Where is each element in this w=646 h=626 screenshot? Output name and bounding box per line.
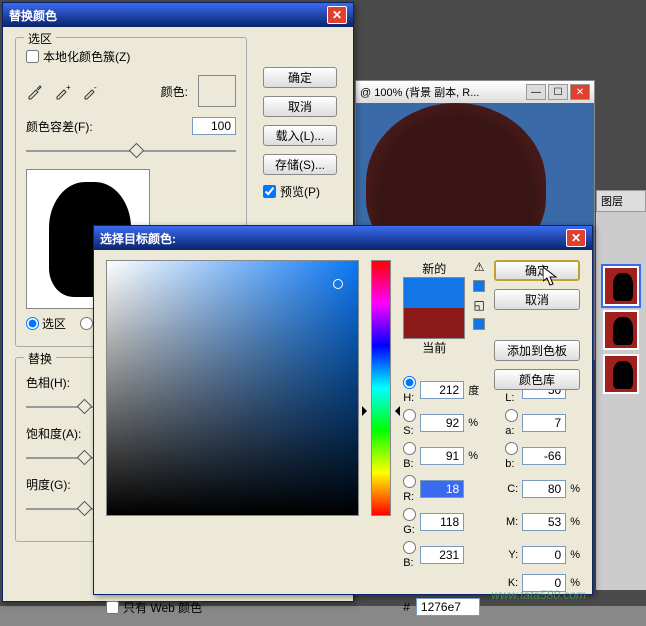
- m-label: M:: [505, 516, 518, 528]
- eyedropper-plus-icon[interactable]: +: [54, 82, 72, 100]
- color-swatch[interactable]: [198, 75, 236, 107]
- r-input[interactable]: [420, 480, 464, 498]
- cancel-button[interactable]: 取消: [263, 96, 337, 117]
- color-compare[interactable]: [403, 277, 465, 339]
- localized-check-input[interactable]: [26, 50, 39, 63]
- new-color-swatch: [404, 278, 464, 308]
- saturation-label: 饱和度(A):: [26, 425, 81, 442]
- b-lab-input[interactable]: [522, 447, 566, 465]
- c-input[interactable]: [522, 480, 566, 498]
- g-radio[interactable]: G:: [403, 508, 416, 536]
- add-swatch-button[interactable]: 添加到色板: [494, 340, 580, 361]
- b-rgb-input[interactable]: [420, 546, 464, 564]
- replacement-legend: 替换: [24, 350, 56, 367]
- sv-cursor: [333, 279, 343, 289]
- radio-selection[interactable]: 选区: [26, 315, 66, 332]
- lightness-label: 明度(G):: [26, 476, 71, 493]
- selection-legend: 选区: [24, 30, 56, 47]
- preview-checkbox[interactable]: 预览(P): [263, 183, 337, 200]
- ok-button[interactable]: 确定: [263, 67, 337, 88]
- picker-ok-button[interactable]: 确定: [494, 260, 580, 281]
- y-input[interactable]: [522, 546, 566, 564]
- web-only-checkbox[interactable]: 只有 Web 颜色: [106, 599, 202, 616]
- layer-thumb[interactable]: [603, 266, 639, 306]
- gamut-swatch[interactable]: [473, 280, 485, 292]
- minimize-button[interactable]: —: [526, 84, 546, 100]
- r-radio[interactable]: R:: [403, 475, 416, 503]
- g-input[interactable]: [420, 513, 464, 531]
- gamut-warning-icon[interactable]: ⚠: [474, 260, 485, 274]
- layer-thumb[interactable]: [603, 310, 639, 350]
- hue-label: 色相(H):: [26, 374, 70, 391]
- picker-titlebar[interactable]: 选择目标颜色: ✕: [94, 226, 592, 250]
- current-color-swatch: [404, 308, 464, 338]
- layer-thumb[interactable]: [603, 354, 639, 394]
- svg-text:-: -: [94, 83, 97, 92]
- close-icon[interactable]: ✕: [566, 229, 586, 247]
- svg-text:+: +: [66, 83, 71, 92]
- fuzziness-input[interactable]: [192, 117, 236, 135]
- fuzziness-label: 颜色容差(F):: [26, 118, 93, 135]
- dialog-titlebar[interactable]: 替换颜色 ✕: [3, 3, 353, 27]
- y-label: Y:: [505, 549, 518, 561]
- websafe-swatch[interactable]: [473, 318, 485, 330]
- color-label: 颜色:: [161, 83, 188, 100]
- localized-checkbox[interactable]: 本地化颜色簇(Z): [26, 48, 236, 65]
- b-hsb-radio[interactable]: B:: [403, 442, 416, 470]
- h-input[interactable]: [420, 381, 464, 399]
- watermark: www.tata580.com: [491, 588, 586, 602]
- preview-check-input[interactable]: [263, 185, 276, 198]
- layers-panel: 图层: [596, 190, 646, 590]
- s-radio[interactable]: S:: [403, 409, 416, 437]
- color-picker-dialog: 选择目标颜色: ✕ 确定 取消 添加到色板 颜色库 新的: [93, 225, 593, 595]
- document-title: @ 100% (背景 副本, R...: [360, 84, 479, 100]
- b-lab-radio[interactable]: b:: [505, 442, 518, 470]
- hex-input[interactable]: [416, 598, 480, 616]
- dialog-title: 替换颜色: [9, 7, 57, 24]
- layers-tab[interactable]: 图层: [596, 190, 646, 212]
- close-icon[interactable]: ✕: [327, 6, 347, 24]
- a-input[interactable]: [522, 414, 566, 432]
- eyedropper-icon[interactable]: [26, 82, 44, 100]
- c-label: C:: [505, 483, 518, 495]
- b-hsb-input[interactable]: [420, 447, 464, 465]
- eyedropper-minus-icon[interactable]: -: [82, 82, 100, 100]
- cube-icon[interactable]: ◱: [474, 298, 485, 312]
- current-label: 当前: [403, 339, 465, 356]
- document-titlebar[interactable]: @ 100% (背景 副本, R... — ☐ ✕: [356, 81, 594, 103]
- b-rgb-radio[interactable]: B:: [403, 541, 416, 569]
- s-input[interactable]: [420, 414, 464, 432]
- maximize-button[interactable]: ☐: [548, 84, 568, 100]
- a-radio[interactable]: a:: [505, 409, 518, 437]
- libraries-button[interactable]: 颜色库: [494, 369, 580, 390]
- h-radio[interactable]: H:: [403, 376, 416, 404]
- picker-cancel-button[interactable]: 取消: [494, 289, 580, 310]
- hue-slider[interactable]: [371, 260, 391, 516]
- load-button[interactable]: 载入(L)...: [263, 125, 337, 146]
- fuzziness-slider[interactable]: [26, 141, 236, 161]
- new-label: 新的: [403, 260, 465, 277]
- save-button[interactable]: 存储(S)...: [263, 154, 337, 175]
- picker-title: 选择目标颜色:: [100, 230, 176, 247]
- m-input[interactable]: [522, 513, 566, 531]
- sv-field[interactable]: [106, 260, 359, 516]
- hash-label: #: [403, 600, 410, 614]
- close-button[interactable]: ✕: [570, 84, 590, 100]
